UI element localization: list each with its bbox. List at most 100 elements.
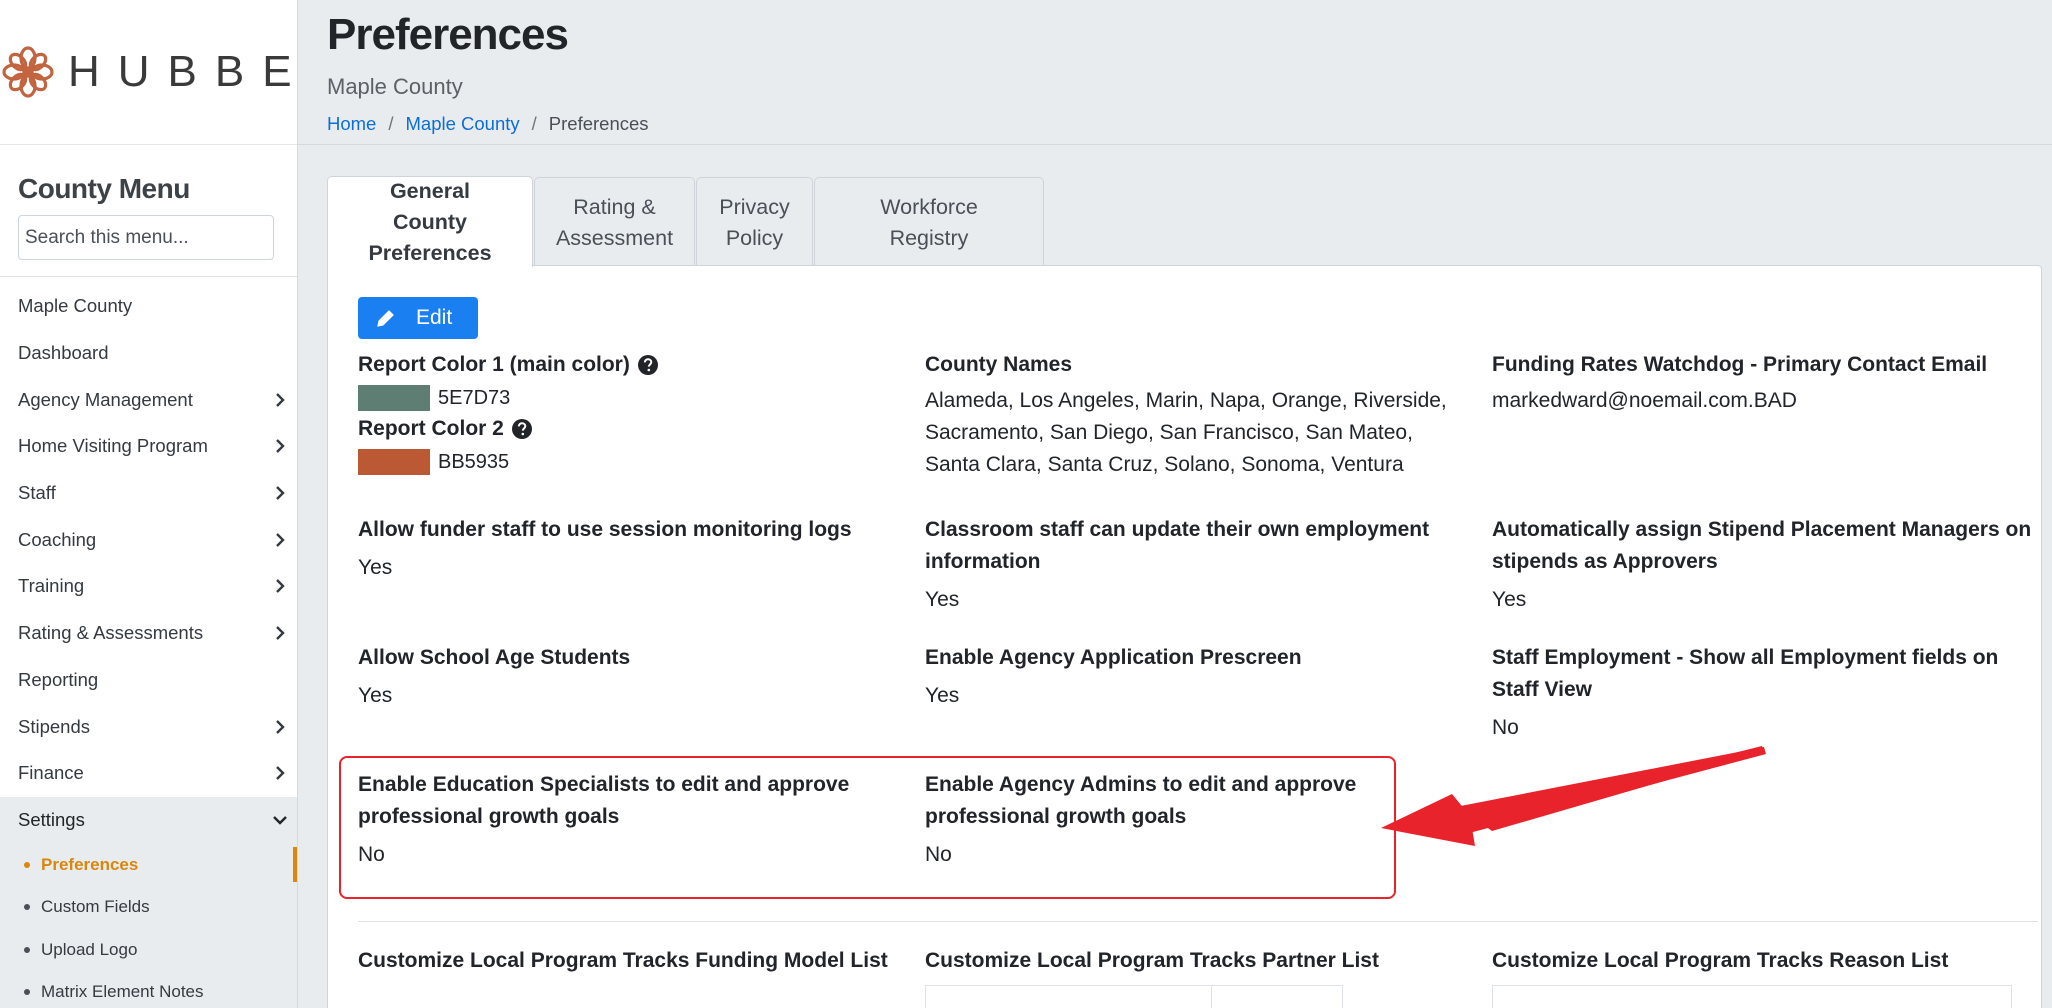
report-color-1-swatch — [358, 385, 430, 411]
report-color-2-swatch — [358, 449, 430, 475]
sidebar-item-dashboard[interactable]: Dashboard — [0, 330, 297, 377]
sidebar-item-settings[interactable]: Settings — [0, 796, 297, 844]
table-column-divider — [1211, 986, 1212, 1008]
partner-list-field: Customize Local Program Tracks Partner L… — [925, 945, 1465, 977]
page-header: Preferences Maple County Home / Maple Co… — [298, 0, 2052, 145]
tab-general-county-preferences[interactable]: General County Preferences — [327, 176, 533, 267]
bullet-icon — [24, 989, 30, 995]
field-label: Staff Employment - Show all Employment f… — [1492, 646, 1999, 701]
submenu-item-label: Preferences — [41, 854, 139, 874]
preferences-panel: Edit Report Color 1 (main color) 5E7D73 … — [327, 265, 2042, 1008]
sidebar-item-label: Maple County — [18, 295, 133, 317]
sidebar-item-training[interactable]: Training — [0, 563, 297, 610]
field-label: Classroom staff can update their own emp… — [925, 518, 1430, 573]
field-value: Yes — [358, 684, 393, 707]
edit-button-label: Edit — [416, 306, 453, 329]
tab-rating-assessment[interactable]: Rating & Assessment — [534, 177, 695, 267]
menu-title: County Menu — [18, 173, 190, 204]
bullet-icon — [24, 861, 30, 868]
field-label: Customize Local Program Tracks Partner L… — [925, 949, 1379, 972]
breadcrumb-current: Preferences — [548, 113, 649, 134]
field-label: Funding Rates Watchdog - Primary Contact… — [1492, 353, 1988, 376]
page-title: Preferences — [327, 10, 569, 59]
bullet-icon — [24, 904, 30, 910]
field-value: No — [1492, 716, 1519, 739]
sidebar-item-label: Reporting — [18, 668, 99, 690]
sidebar-item-label: Staff — [18, 482, 56, 504]
field-label: Enable Agency Application Prescreen — [925, 646, 1302, 669]
breadcrumb-county-link[interactable]: Maple County — [406, 113, 520, 135]
page-subtitle: Maple County — [327, 74, 463, 99]
breadcrumb-separator: / — [388, 113, 394, 134]
preference-tabs: General County Preferences Rating & Asse… — [327, 176, 1045, 267]
bullet-icon — [24, 946, 30, 953]
field-value: No — [358, 843, 385, 866]
sidebar-item-label: Rating & Assessments — [18, 622, 204, 644]
field-value: Yes — [925, 588, 960, 611]
pencil-icon — [377, 310, 394, 327]
sidebar-item-staff[interactable]: Staff — [0, 470, 297, 517]
edit-button[interactable]: Edit — [358, 297, 478, 339]
funding-model-field: Customize Local Program Tracks Funding M… — [358, 945, 898, 977]
sidebar-item-label: Home Visiting Program — [18, 435, 208, 457]
flower-logo-icon — [2, 46, 54, 98]
field-label: Automatically assign Stipend Placement M… — [1492, 518, 2032, 573]
school-age-field: Allow School Age Students Yes — [358, 642, 898, 712]
sidebar-item-rating-assessments[interactable]: Rating & Assessments — [0, 610, 297, 657]
submenu-item-label: Matrix Element Notes — [41, 982, 204, 1001]
prescreen-field: Enable Agency Application Prescreen Yes — [925, 642, 1465, 712]
chevron-right-icon — [276, 579, 285, 594]
chevron-right-icon — [276, 439, 285, 454]
sidebar-item-label: Training — [18, 575, 85, 597]
settings-submenu: Preferences Custom Fields Upload Logo Ma… — [0, 843, 297, 1008]
tab-privacy-policy[interactable]: Privacy Policy — [696, 177, 813, 267]
submenu-item-label: Upload Logo — [41, 939, 138, 959]
submenu-item-preferences[interactable]: Preferences — [0, 843, 297, 886]
report-color-2-value: BB5935 — [438, 450, 510, 473]
sidebar-item-label: Settings — [18, 808, 85, 830]
field-value: markedward@noemail.com.BAD — [1492, 389, 1797, 412]
report-color-1-value: 5E7D73 — [438, 386, 511, 409]
chevron-right-icon — [276, 486, 285, 500]
breadcrumb-separator: / — [531, 113, 537, 134]
sidebar-item-label: Dashboard — [18, 342, 109, 364]
sidebar-item-label: Finance — [18, 762, 84, 784]
logo-text: HUBBE — [68, 47, 297, 96]
sidebar-item-reporting[interactable]: Reporting — [0, 657, 297, 704]
sidebar-item-home-visiting-program[interactable]: Home Visiting Program — [0, 423, 297, 470]
field-label: Enable Agency Admins to edit and approve… — [925, 773, 1357, 828]
sidebar-item-label: Agency Management — [18, 388, 193, 410]
question-circle-icon[interactable] — [511, 418, 533, 440]
agency-admins-field: Enable Agency Admins to edit and approve… — [925, 769, 1465, 871]
employment-fields-field: Staff Employment - Show all Employment f… — [1492, 642, 2032, 744]
sidebar-item-coaching[interactable]: Coaching — [0, 516, 297, 563]
main-content: Preferences Maple County Home / Maple Co… — [298, 0, 2052, 1008]
chevron-right-icon — [276, 626, 285, 641]
submenu-item-upload-logo[interactable]: Upload Logo — [0, 928, 297, 971]
submenu-item-matrix-element-notes[interactable]: Matrix Element Notes — [0, 971, 297, 1008]
report-color-1-row: 5E7D73 — [358, 385, 898, 411]
report-color-2-label: Report Color 2 — [358, 417, 504, 440]
sidebar-item-finance[interactable]: Finance — [0, 750, 297, 797]
chevron-down-icon — [273, 816, 287, 825]
submenu-item-custom-fields[interactable]: Custom Fields — [0, 886, 297, 929]
breadcrumb-home-link[interactable]: Home — [327, 113, 376, 135]
tab-workforce-registry[interactable]: Workforce Registry — [814, 177, 1044, 267]
field-label: Customize Local Program Tracks Funding M… — [358, 949, 888, 972]
stipend-managers-field: Automatically assign Stipend Placement M… — [1492, 514, 2032, 616]
county-names-field: County Names Alameda, Los Angeles, Marin… — [925, 349, 1465, 481]
sidebar-item-stipends[interactable]: Stipends — [0, 703, 297, 750]
field-label: Report Color 2 — [358, 413, 898, 445]
edu-specialists-field: Enable Education Specialists to edit and… — [358, 769, 898, 871]
field-label: Report Color 1 (main color) — [358, 349, 898, 381]
field-label: County Names — [925, 353, 1073, 376]
submenu-item-label: Custom Fields — [41, 897, 150, 916]
county-menu: Maple County Dashboard Agency Management… — [0, 277, 297, 844]
field-value: Yes — [1492, 588, 1527, 611]
question-circle-icon[interactable] — [637, 354, 659, 376]
reason-list-field: Customize Local Program Tracks Reason Li… — [1492, 945, 2032, 977]
menu-search-input[interactable] — [18, 215, 274, 260]
brand-logo[interactable]: HUBBE — [0, 0, 297, 145]
sidebar-item-maple-county[interactable]: Maple County — [0, 283, 297, 330]
sidebar-item-agency-management[interactable]: Agency Management — [0, 376, 297, 423]
